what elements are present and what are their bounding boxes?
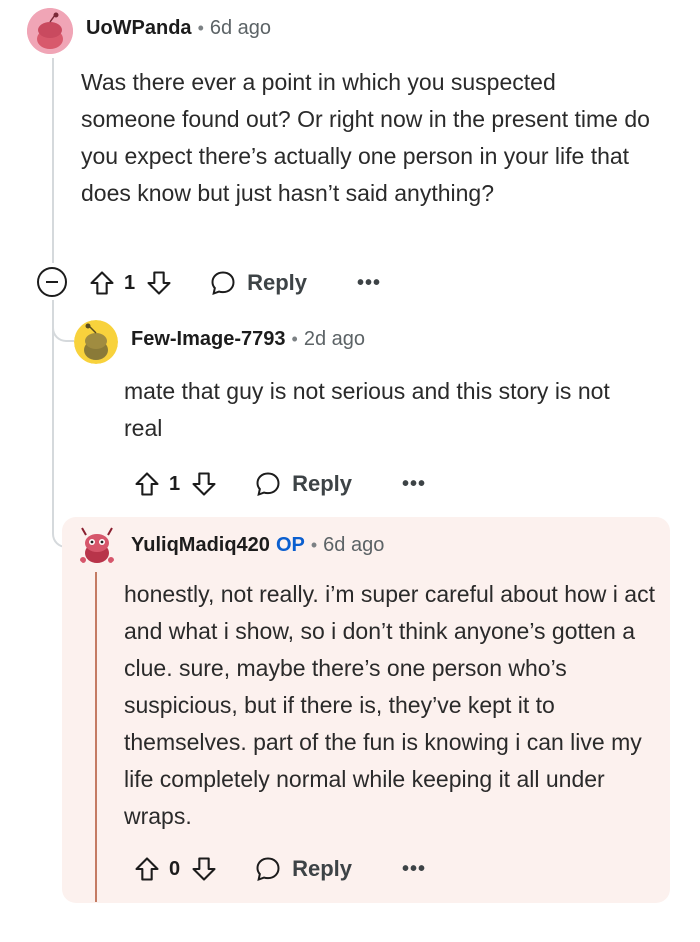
comment-meta: UoWPanda • 6d ago [86,17,271,40]
username[interactable]: UoWPanda [86,17,192,40]
upvote-icon[interactable] [133,855,161,883]
thread-line-main [52,58,54,263]
vote-count: 1 [169,472,181,495]
downvote-icon[interactable] [145,269,173,297]
comment-bubble-icon [256,857,280,882]
more-options-button[interactable]: ••• [402,858,426,881]
reply-button[interactable]: Reply [254,855,352,883]
avatar[interactable] [74,522,120,568]
comment-bubble-icon [211,271,235,296]
vote-count: 0 [169,857,181,880]
reply-button[interactable]: Reply [209,269,307,297]
comment-actions: 0 Reply ••• [133,853,426,885]
thread-line-op [95,572,97,902]
avatar[interactable] [27,8,73,54]
upvote-icon[interactable] [88,269,116,297]
minus-icon [46,281,58,283]
username[interactable]: YuliqMadiq420 [131,534,270,557]
snoo-avatar-pink-icon [27,8,73,54]
reply-label: Reply [247,270,308,295]
avatar[interactable] [74,320,118,364]
comment-bubble-icon [256,472,280,497]
op-badge: OP [275,534,305,556]
comment-actions: 1 Reply ••• [133,468,426,500]
username[interactable]: Few-Image-7793 [131,328,286,351]
reply-label: Reply [292,856,353,881]
timestamp[interactable]: 6d ago [323,534,384,557]
comment-body: Was there ever a point in which you susp… [81,69,650,206]
more-options-button[interactable]: ••• [357,272,381,295]
downvote-icon[interactable] [190,855,218,883]
separator: • [310,535,318,555]
comment-actions: 1 Reply ••• [88,267,381,299]
downvote-icon[interactable] [190,470,218,498]
collapse-button[interactable] [37,267,67,297]
comment-meta: YuliqMadiq420 OP • 6d ago [131,534,384,557]
snoo-avatar-yellow-icon [74,320,118,364]
thread-elbow-1 [52,300,74,342]
reply-label: Reply [292,471,353,496]
comment-body: honestly, not really. i’m super careful … [124,581,655,829]
timestamp[interactable]: 6d ago [210,17,271,40]
snoo-avatar-red-icon [74,522,120,568]
comment-body: mate that guy is not serious and this st… [124,378,610,441]
reply-button[interactable]: Reply [254,470,352,498]
separator: • [291,329,298,349]
upvote-icon[interactable] [133,470,161,498]
timestamp[interactable]: 2d ago [304,328,365,351]
vote-count: 1 [124,271,136,294]
separator: • [197,18,204,38]
comment-meta: Few-Image-7793 • 2d ago [131,328,365,351]
more-options-button[interactable]: ••• [402,473,426,496]
